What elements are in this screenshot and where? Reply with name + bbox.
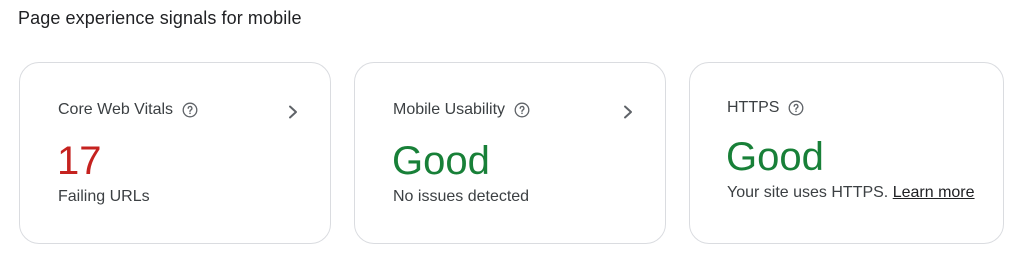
help-circle-icon[interactable]	[514, 102, 530, 118]
card-title: Core Web Vitals	[58, 101, 174, 118]
chevron-right-icon[interactable]	[621, 103, 635, 121]
mobile-usability-card[interactable]: Mobile Usability Good No issues detected	[354, 62, 666, 244]
card-header: Mobile Usability	[393, 101, 530, 119]
help-circle-icon[interactable]	[788, 100, 804, 116]
status-value: Good	[392, 139, 490, 183]
https-status-text: Your site uses HTTPS.	[727, 184, 889, 201]
card-header: Core Web Vitals	[58, 101, 198, 119]
card-subtitle: No issues detected	[393, 188, 530, 205]
card-subtitle: Your site uses HTTPS. Learn more	[727, 184, 975, 202]
help-circle-icon[interactable]	[182, 102, 198, 118]
failing-urls-count: 17	[57, 139, 102, 183]
learn-more-link[interactable]: Learn more	[893, 184, 975, 201]
card-subtitle: Failing URLs	[58, 188, 150, 205]
https-card: HTTPS Good Your site uses HTTPS. Learn m…	[689, 62, 1004, 244]
card-title: HTTPS	[727, 99, 780, 116]
core-web-vitals-card[interactable]: Core Web Vitals 17 Failing URLs	[19, 62, 331, 244]
status-value: Good	[726, 135, 824, 179]
card-title: Mobile Usability	[393, 101, 506, 118]
section-title: Page experience signals for mobile	[18, 8, 302, 28]
card-header: HTTPS	[727, 99, 804, 117]
chevron-right-icon[interactable]	[286, 103, 300, 121]
